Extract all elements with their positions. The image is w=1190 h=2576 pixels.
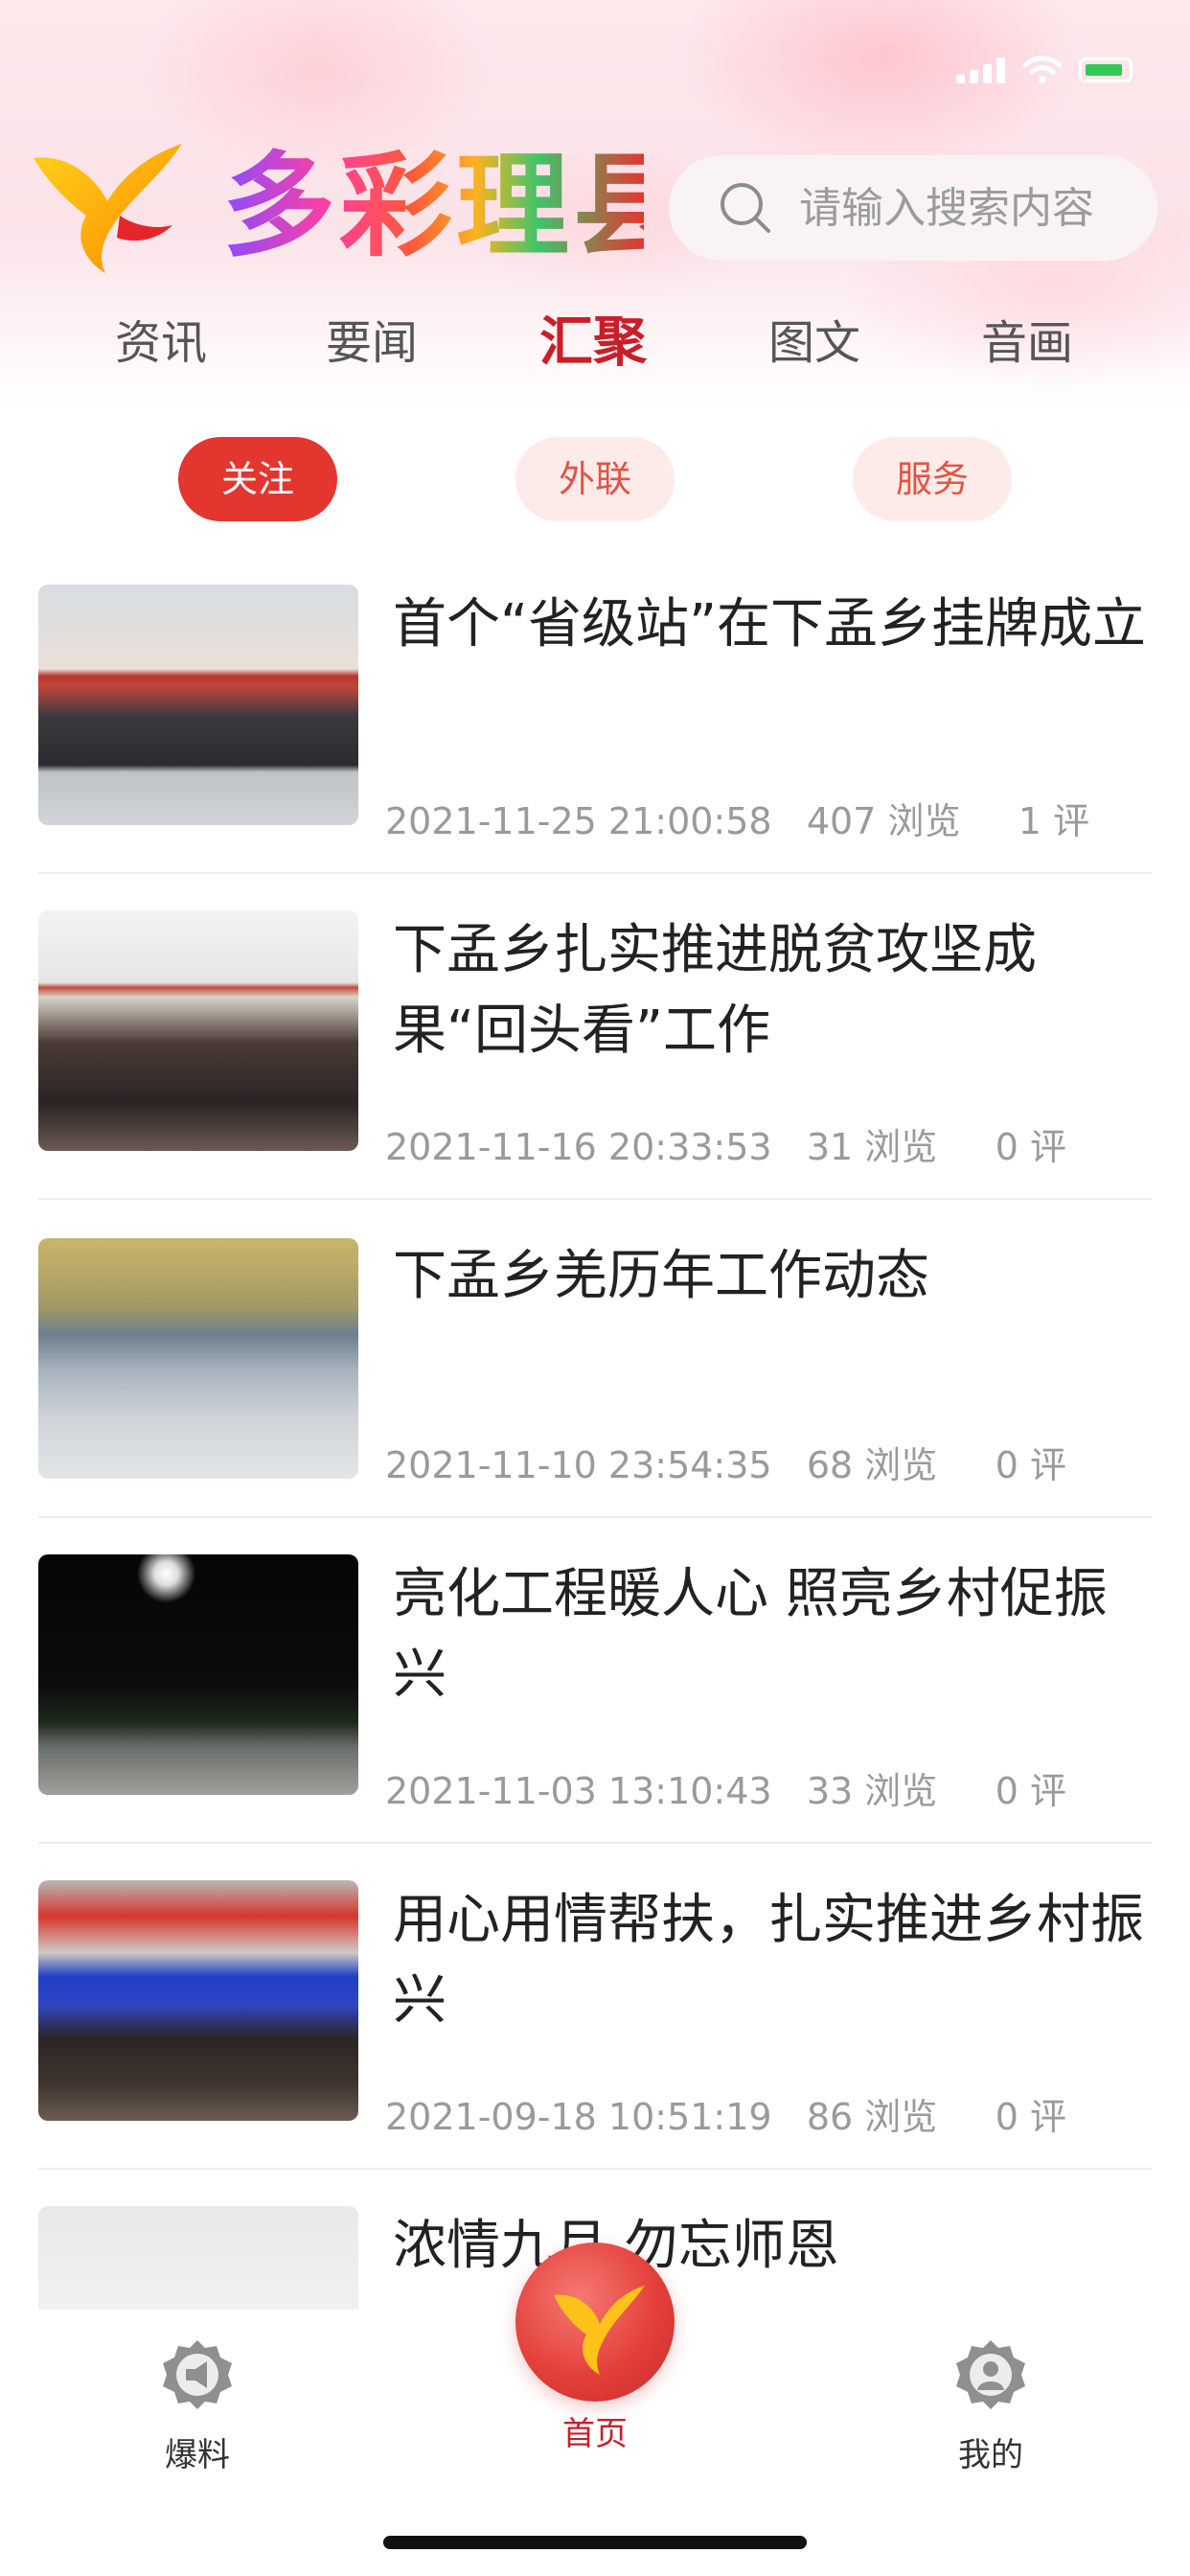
nav-mine[interactable]: 我的 [895, 2338, 1087, 2475]
news-views: 68 浏览 [806, 1444, 938, 1486]
search-input[interactable] [797, 182, 1146, 234]
wifi-icon [1023, 56, 1062, 83]
news-thumbnail [38, 585, 358, 825]
news-item[interactable]: 用心用情帮扶，扎实推进乡村振兴 2021-09-18 10:51:19 86 浏… [38, 1880, 1152, 2170]
news-comments: 0 评 [995, 1126, 1066, 1168]
nav-home-label-wrap[interactable]: 首页 [499, 2407, 691, 2454]
search-bar[interactable] [669, 155, 1157, 261]
news-comments: 0 评 [995, 2096, 1066, 2138]
news-date: 2021-11-03 13:10:43 [385, 1770, 772, 1812]
tab-pictures[interactable]: 图文 [768, 305, 860, 381]
news-comments: 1 评 [1018, 800, 1090, 842]
news-item[interactable]: 亮化工程暖人心 照亮乡村促振兴 2021-11-03 13:10:43 33 浏… [38, 1554, 1152, 1844]
signal-icon [956, 57, 1006, 83]
search-icon [721, 183, 770, 233]
sub-tab-follow[interactable]: 关注 [178, 437, 337, 521]
news-views: 33 浏览 [806, 1770, 938, 1812]
news-item[interactable]: 首个“省级站”在下孟乡挂牌成立 2021-11-25 21:00:58 407 … [38, 585, 1152, 874]
news-thumbnail [38, 910, 358, 1151]
news-thumbnail [38, 1554, 358, 1795]
app-logo-icon [34, 144, 182, 273]
news-meta: 2021-09-18 10:51:19 86 浏览 0 评 [385, 2087, 1066, 2140]
news-title: 下孟乡扎实推进脱贫攻坚成果“回头看”工作 [393, 919, 1037, 1062]
home-indicator [383, 2536, 807, 2549]
tab-media[interactable]: 音画 [981, 305, 1073, 381]
news-meta: 2021-11-25 21:00:58 407 浏览 1 评 [385, 792, 1089, 844]
top-tabs: 资讯 要闻 汇聚 图文 音画 [0, 305, 1190, 381]
news-meta: 2021-11-03 13:10:43 33 浏览 0 评 [385, 1761, 1066, 1814]
tab-gather[interactable]: 汇聚 [539, 305, 647, 381]
news-thumbnail [38, 1238, 358, 1479]
home-logo-icon [554, 2286, 645, 2375]
tab-headlines[interactable]: 要闻 [326, 305, 418, 381]
news-title: 用心用情帮扶，扎实推进乡村振兴 [393, 1889, 1144, 2032]
tab-news[interactable]: 资讯 [115, 305, 207, 381]
news-date: 2021-11-16 20:33:53 [385, 1126, 772, 1168]
news-item[interactable]: 下孟乡羌历年工作动态 2021-11-10 23:54:35 68 浏览 0 评 [38, 1236, 1152, 1518]
news-item[interactable]: 下孟乡扎实推进脱贫攻坚成果“回头看”工作 2021-11-16 20:33:53… [38, 910, 1152, 1200]
news-meta: 2021-11-16 20:33:53 31 浏览 0 评 [385, 1117, 1066, 1170]
app-logo-text: 多彩理县 [222, 134, 686, 278]
news-date: 2021-11-10 23:54:35 [385, 1444, 772, 1486]
user-icon [956, 2340, 1025, 2409]
sub-tab-external[interactable]: 外联 [515, 437, 675, 521]
news-title: 亮化工程暖人心 照亮乡村促振兴 [393, 1563, 1108, 1706]
nav-label-tip-off: 爆料 [165, 2436, 230, 2474]
news-comments: 0 评 [995, 1770, 1066, 1812]
news-comments: 0 评 [995, 1444, 1066, 1486]
news-title: 首个“省级站”在下孟乡挂牌成立 [393, 593, 1147, 656]
news-meta: 2021-11-10 23:54:35 68 浏览 0 评 [385, 1436, 1066, 1488]
battery-icon [1079, 58, 1133, 82]
news-views: 31 浏览 [806, 1126, 938, 1168]
news-title: 下孟乡羌历年工作动态 [393, 1245, 929, 1307]
news-date: 2021-09-18 10:51:19 [385, 2096, 772, 2138]
sub-tab-services[interactable]: 服务 [853, 437, 1012, 521]
status-bar [956, 56, 1133, 84]
news-views: 407 浏览 [806, 800, 961, 842]
megaphone-icon [163, 2340, 232, 2409]
news-title: 浓情九月 勿忘师恩 [393, 2215, 839, 2277]
nav-tip-off[interactable]: 爆料 [102, 2338, 293, 2475]
home-button[interactable] [515, 2242, 675, 2402]
nav-label-mine: 我的 [958, 2436, 1023, 2474]
news-thumbnail [38, 1880, 358, 2121]
news-date: 2021-11-25 21:00:58 [385, 800, 772, 842]
news-views: 86 浏览 [806, 2096, 938, 2138]
nav-label-home: 首页 [562, 2415, 628, 2453]
